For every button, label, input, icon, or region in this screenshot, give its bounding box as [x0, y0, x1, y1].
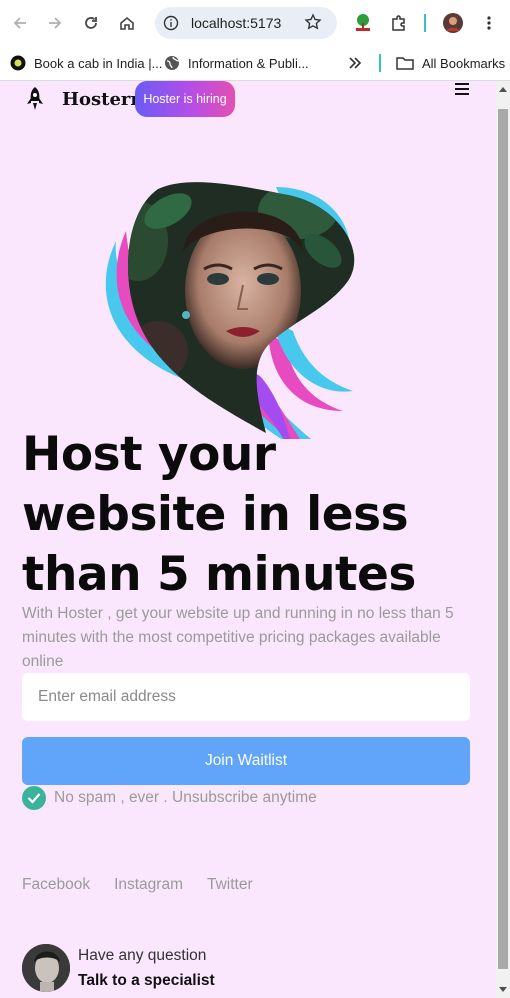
tree-extension-icon [356, 14, 370, 31]
chevron-double-right-icon [349, 57, 362, 69]
bookmark-star-icon[interactable] [304, 13, 322, 36]
back-button[interactable] [7, 10, 33, 36]
scroll-up-arrow-icon[interactable] [499, 87, 507, 92]
home-button[interactable] [114, 10, 140, 36]
join-waitlist-button[interactable]: Join Waitlist [22, 737, 470, 785]
folder-icon [396, 56, 414, 70]
hero-subtitle: With Hoster , get your website up and ru… [22, 605, 454, 670]
hero-headline: Host your website in less than 5 minutes [22, 427, 416, 602]
reload-button[interactable] [78, 10, 104, 36]
browser-menu-button[interactable] [476, 10, 502, 36]
profile-avatar-icon [443, 13, 463, 33]
all-bookmarks-label: All Bookmarks [422, 55, 506, 71]
bookmarks-bar: Book a cab in India |... Information & P… [0, 46, 510, 81]
all-bookmarks-button[interactable]: All Bookmarks [396, 52, 505, 74]
browser-toolbar: localhost:5173 [0, 0, 510, 46]
hero-illustration [98, 181, 360, 484]
ola-icon [10, 55, 26, 71]
arrow-left-icon [13, 17, 26, 29]
kebab-menu-icon [487, 16, 491, 30]
brand-name[interactable]: Hosterr [62, 89, 140, 110]
check-circle-icon [22, 786, 46, 810]
scroll-thumb[interactable] [498, 109, 508, 969]
reload-icon [85, 17, 97, 29]
site-navbar: Hosterr Hoster is hiring [0, 81, 496, 121]
bookmark-item[interactable]: Book a cab in India |... [10, 52, 162, 74]
scroll-down-arrow-icon[interactable] [499, 987, 507, 992]
toolbar-divider [424, 14, 426, 32]
puzzle-icon [392, 15, 405, 31]
bookmark-item[interactable]: Information & Publi... [164, 52, 309, 74]
more-bookmarks-button[interactable] [348, 52, 362, 74]
bookmark-label: Information & Publi... [188, 55, 309, 71]
extension-tree-button[interactable] [350, 10, 376, 36]
no-spam-text: No spam , ever . Unsubscribe anytime [54, 789, 317, 806]
bookmarks-divider [379, 54, 381, 72]
globe-icon [164, 55, 180, 71]
home-icon [120, 16, 134, 30]
address-bar[interactable]: localhost:5173 [155, 7, 337, 39]
hamburger-menu-icon[interactable] [455, 83, 469, 97]
arrow-right-icon [49, 17, 62, 29]
avatar [22, 944, 70, 992]
extensions-button[interactable] [386, 10, 412, 36]
facebook-link[interactable]: Facebook [22, 876, 90, 894]
specialist-question: Have any question [78, 947, 207, 964]
page-scrollbar[interactable] [496, 81, 510, 998]
instagram-link[interactable]: Instagram [114, 876, 183, 894]
talk-to-specialist-link[interactable]: Talk to a specialist [78, 972, 215, 990]
page-viewport: Hosterr Hoster is hiring Host your websi… [0, 81, 496, 998]
profile-button[interactable] [440, 10, 466, 36]
no-spam-note: No spam , ever . Unsubscribe anytime [22, 786, 317, 810]
social-links: Facebook Instagram Twitter [22, 876, 277, 894]
browser-chrome: localhost:5173 Book a cab in India |... [0, 0, 510, 81]
forward-button[interactable] [42, 10, 68, 36]
twitter-link[interactable]: Twitter [207, 876, 253, 894]
url-text: localhost:5173 [191, 15, 282, 31]
hiring-badge[interactable]: Hoster is hiring [135, 81, 235, 117]
email-input[interactable] [22, 673, 470, 721]
bookmark-label: Book a cab in India |... [34, 55, 163, 71]
site-info-icon[interactable] [163, 15, 179, 36]
rocket-logo-icon[interactable] [24, 86, 46, 117]
